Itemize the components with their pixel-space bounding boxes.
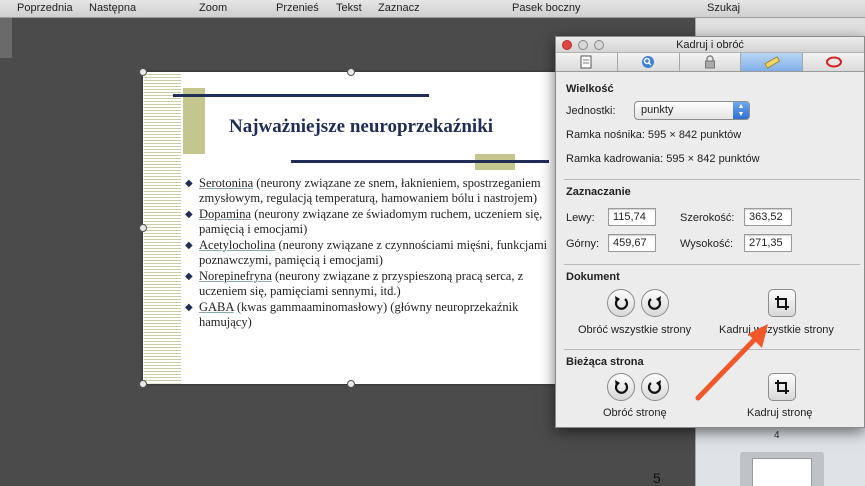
toolbar: Poprzednia Następna Zoom Przenieś Tekst …: [0, 0, 865, 18]
inspector-title: Kadruj i obróć: [676, 39, 744, 51]
rotate-left-icon: [614, 296, 629, 310]
units-select[interactable]: punkty ▲ ▼: [634, 101, 750, 120]
toolbar-sidebar-label[interactable]: Pasek boczny: [512, 2, 580, 14]
crop-page-caption: Kadruj stronę: [747, 407, 813, 419]
bullet-item: ◆ Acetylocholina (neurony związane z czyn…: [183, 238, 563, 268]
bullet-term: Acetylocholina: [199, 238, 276, 252]
slide-page[interactable]: Najważniejsze neuroprzekaźniki ◆ Serotoni…: [143, 72, 563, 384]
units-label: Jednostki:: [566, 105, 616, 117]
document-icon: [580, 55, 592, 69]
toolbar-search-label[interactable]: Szukaj: [707, 2, 740, 14]
toolbar-zoom-label[interactable]: Zoom: [199, 2, 227, 14]
bullet-term: Norepinefryna: [199, 269, 272, 283]
toolbar-select-label[interactable]: Zaznacz: [378, 2, 420, 14]
bullet-term: Serotonina: [199, 176, 254, 190]
bullet-item: ◆ Dopamina (neurony związane ze świadomym…: [183, 207, 563, 237]
tab-search[interactable]: [618, 53, 680, 71]
rotate-right-icon: [647, 380, 662, 394]
rotate-page-left-button[interactable]: [607, 373, 635, 401]
rotate-all-caption: Obróć wszystkie strony: [578, 324, 692, 336]
annotation-arrow-icon: [695, 324, 768, 401]
previous-page-edge: [0, 18, 12, 58]
tab-annotations[interactable]: [803, 53, 864, 71]
sidebar-header: [696, 18, 865, 36]
page-number: 5: [653, 470, 661, 486]
toolbar-previous-label[interactable]: Poprzednia: [17, 2, 73, 14]
thumbnail-page-label: 4: [774, 430, 780, 441]
width-field[interactable]: 363,52: [744, 208, 792, 226]
toolbar-next-label[interactable]: Następna: [89, 2, 136, 14]
crop-icon: [775, 296, 789, 310]
inspector-titlebar[interactable]: Kadruj i obróć: [556, 37, 864, 53]
page-thumbnail[interactable]: [740, 452, 824, 486]
slide-navy-line-bottom: [291, 160, 549, 163]
oval-icon: [825, 56, 842, 68]
width-label: Szerokość:: [680, 212, 735, 224]
slide-navy-line-top: [173, 94, 429, 97]
bullet-term: GABA: [199, 300, 234, 314]
select-arrows-icon: ▲ ▼: [733, 102, 749, 119]
bullet-item: ◆ GABA (kwas gammaaminomasłowy) (główny n…: [183, 300, 563, 330]
height-field[interactable]: 271,35: [744, 234, 792, 252]
bullet-term: Dopamina: [199, 207, 252, 221]
size-section-title: Wielkość: [566, 83, 614, 95]
bullet-text: (neurony związane ze świadomym ruchem, u…: [199, 207, 543, 236]
crop-all-button[interactable]: [768, 289, 796, 317]
separator: [564, 264, 860, 265]
rotate-all-left-button[interactable]: [607, 289, 635, 317]
diamond-bullet-icon: ◆: [185, 271, 193, 282]
rotate-left-icon: [614, 380, 629, 394]
tab-crop-rotate[interactable]: [741, 53, 804, 71]
toolbar-move-label[interactable]: Przenieś: [276, 2, 319, 14]
diamond-bullet-icon: ◆: [185, 178, 193, 189]
toolbar-text-label[interactable]: Tekst: [336, 2, 362, 14]
height-label: Wysokość:: [680, 238, 734, 250]
rotate-all-right-button[interactable]: [641, 289, 669, 317]
diamond-bullet-icon: ◆: [185, 209, 193, 220]
crop-box-info: Ramka kadrowania: 595 × 842 punktów: [566, 153, 760, 165]
left-field[interactable]: 115,74: [608, 208, 656, 226]
slide-olive-block-top: [183, 88, 205, 154]
rotate-right-icon: [647, 296, 662, 310]
slide-title: Najważniejsze neuroprzekaźniki: [229, 116, 494, 137]
media-box-info: Ramka nośnika: 595 × 842 punktów: [566, 129, 742, 141]
top-label: Górny:: [566, 238, 600, 250]
document-section-title: Dokument: [566, 271, 620, 283]
diamond-bullet-icon: ◆: [185, 240, 193, 251]
ruler-icon: [764, 56, 780, 69]
tab-security[interactable]: [680, 53, 742, 71]
slide-bullet-list: ◆ Serotonina (neurony związane ze snem, ł…: [183, 176, 563, 331]
magnifier-icon: [642, 56, 655, 68]
thumbnail-image: [752, 458, 812, 486]
bullet-item: ◆ Norepinefryna (neurony związane z przys…: [183, 269, 563, 299]
left-label: Lewy:: [566, 212, 595, 224]
separator: [564, 179, 860, 180]
tab-document-info[interactable]: [556, 53, 618, 71]
units-select-value: punkty: [641, 104, 674, 116]
rotate-page-caption: Obróć stronę: [603, 407, 667, 419]
current-page-section-title: Bieżąca strona: [566, 356, 644, 368]
top-field[interactable]: 459,67: [608, 234, 656, 252]
inspector-tabs: [556, 53, 864, 72]
lock-icon: [704, 55, 715, 69]
rotate-page-right-button[interactable]: [641, 373, 669, 401]
slide-stripe-decoration: [143, 72, 181, 384]
bullet-item: ◆ Serotonina (neurony związane ze snem, ł…: [183, 176, 563, 206]
diamond-bullet-icon: ◆: [185, 302, 193, 313]
selection-section-title: Zaznaczanie: [566, 186, 631, 198]
bullet-text: (kwas gammaaminomasłowy) (główny neuropr…: [199, 300, 519, 329]
